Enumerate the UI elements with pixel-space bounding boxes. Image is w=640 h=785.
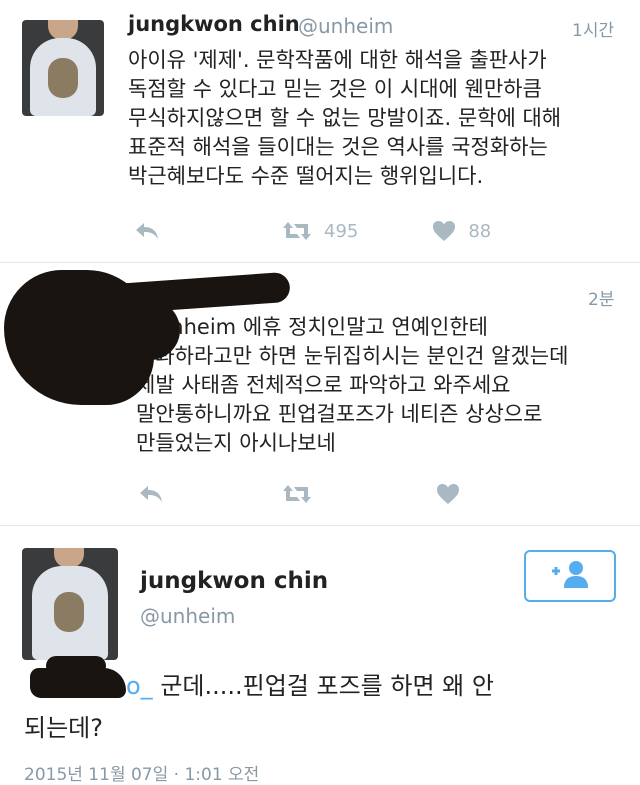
tweet-time[interactable]: 1시간 bbox=[572, 16, 614, 41]
tweet-text: 아이유 '제제'. 문학작품에 대한 해석을 출판사가 독점할 수 있다고 믿는… bbox=[128, 48, 562, 188]
reply-icon[interactable] bbox=[134, 220, 160, 242]
redaction-scribble bbox=[60, 300, 180, 360]
avatar-cat bbox=[54, 592, 84, 632]
author-handle[interactable]: @unheim bbox=[298, 14, 393, 38]
avatar-head bbox=[54, 548, 84, 568]
tweet-actions bbox=[138, 483, 460, 505]
retweet-count: 495 bbox=[324, 220, 359, 242]
retweet-icon bbox=[282, 220, 312, 242]
heart-icon bbox=[432, 220, 456, 242]
like-button[interactable]: 88 bbox=[432, 220, 491, 242]
author-name[interactable]: jungkwon chin bbox=[140, 568, 328, 594]
retweet-icon[interactable] bbox=[282, 483, 312, 505]
redaction-scribble bbox=[46, 656, 106, 676]
avatar-cat bbox=[48, 58, 78, 98]
avatar[interactable] bbox=[22, 548, 118, 660]
reply-icon[interactable] bbox=[138, 483, 164, 505]
author-name[interactable]: jungkwon chin bbox=[128, 12, 300, 36]
retweet-button[interactable]: 495 bbox=[282, 220, 358, 242]
avatar[interactable] bbox=[22, 20, 104, 116]
like-count: 88 bbox=[468, 220, 492, 242]
tweet-timestamp: 2015년 11월 07일 · 1:01 오전 bbox=[24, 765, 260, 785]
author-handle[interactable]: @unheim bbox=[140, 604, 235, 628]
mention-link[interactable]: o_ bbox=[126, 672, 153, 700]
avatar-head bbox=[48, 20, 78, 40]
tweet-time[interactable]: 2분 bbox=[588, 285, 614, 310]
tweet-text: @unheim 에휴 정치인말고 연예인한테 사과하라고만 하면 눈뒤집히시는 … bbox=[136, 315, 569, 455]
add-user-icon bbox=[548, 559, 592, 593]
follow-button[interactable] bbox=[524, 550, 616, 602]
tweet-1[interactable]: jungkwon chin @unheim 1시간 아이유 '제제'. 문학작품… bbox=[0, 0, 640, 262]
tweet-actions: 495 88 bbox=[134, 220, 491, 242]
heart-icon[interactable] bbox=[436, 483, 460, 505]
